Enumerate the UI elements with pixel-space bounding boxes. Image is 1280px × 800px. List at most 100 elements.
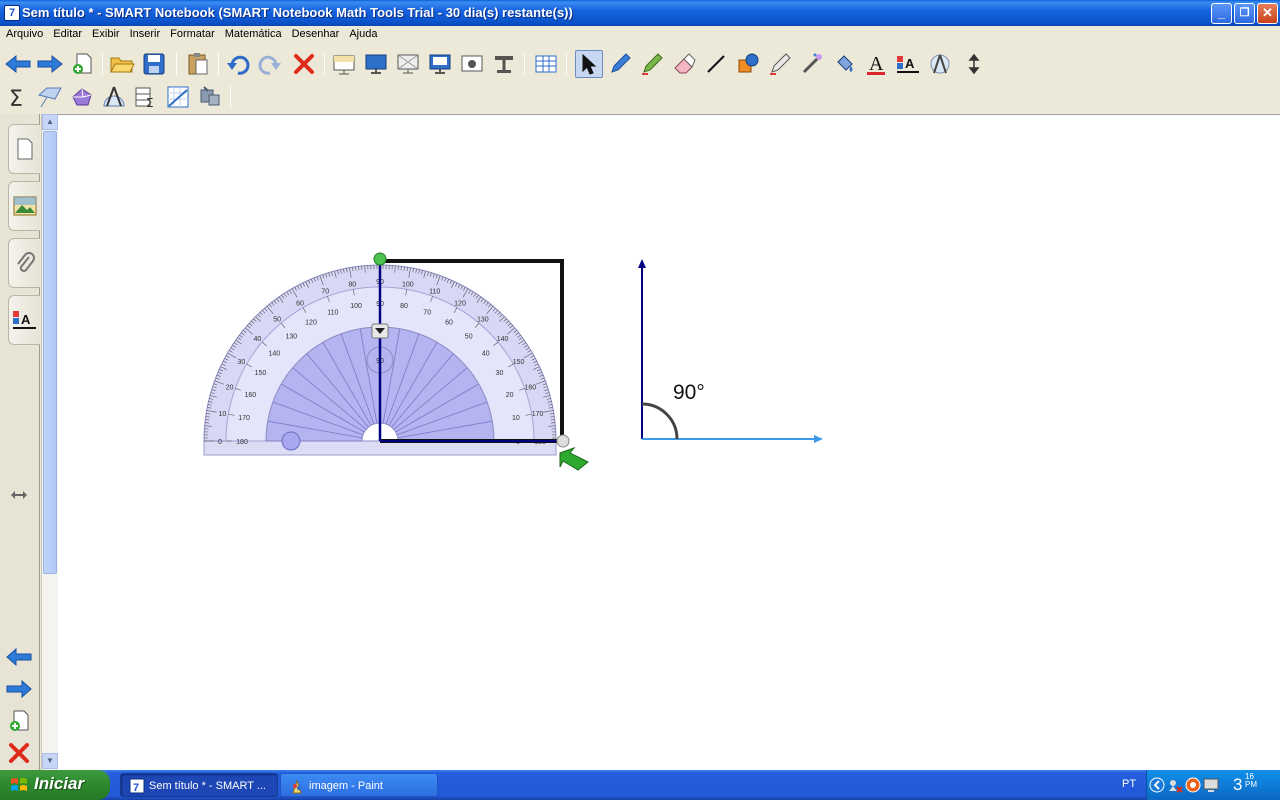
geometric-shapes-icon[interactable] — [36, 83, 64, 111]
dock-panel-handle[interactable] — [6, 482, 32, 508]
table-sum-icon[interactable]: Σ — [132, 83, 160, 111]
clock-hour: 3 — [1233, 775, 1243, 794]
security-alert-icon[interactable] — [1185, 777, 1201, 793]
full-screen-icon[interactable] — [362, 50, 390, 78]
task-label: Sem título * - SMART ... — [149, 780, 266, 792]
back-arrow-icon[interactable] — [4, 50, 32, 78]
protractor-inner-label: 140 — [268, 350, 280, 357]
fill-icon[interactable] — [798, 50, 826, 78]
menu-desenhar[interactable]: Desenhar — [287, 26, 345, 40]
network-icon[interactable] — [1167, 777, 1183, 793]
menu-inserir[interactable]: Inserir — [125, 26, 166, 40]
open-folder-icon[interactable] — [108, 50, 136, 78]
right-angle-diagram[interactable]: 90° — [638, 259, 823, 443]
protractor-rotate-handle[interactable] — [281, 431, 301, 451]
taskbar-paint[interactable]: imagem - Paint — [280, 773, 438, 797]
screen-capture-icon[interactable] — [458, 50, 486, 78]
shapes-icon[interactable] — [734, 50, 762, 78]
smart-notebook-window: 7 Sem título * - SMART Notebook (SMART N… — [0, 0, 1280, 770]
close-button[interactable]: ✕ — [1257, 3, 1278, 24]
next-page-button[interactable] — [6, 676, 32, 702]
paste-icon[interactable] — [184, 50, 212, 78]
more-tools-icon[interactable] — [196, 83, 224, 111]
previous-page-button[interactable] — [6, 644, 32, 670]
paperclip-icon — [16, 252, 35, 272]
move-toolbar-icon[interactable] — [960, 50, 988, 78]
protractor-outer-label: 70 — [321, 289, 329, 296]
add-page-icon — [10, 710, 29, 731]
menu-arquivo[interactable]: Arquivo — [0, 26, 48, 40]
protractor-inner-label: 30 — [496, 370, 504, 377]
menu-ajuda[interactable]: Ajuda — [344, 26, 382, 40]
paint-icon — [289, 778, 305, 794]
properties-icon[interactable]: A — [894, 50, 922, 78]
language-indicator[interactable]: PT — [1122, 778, 1136, 790]
side-panel: A — [0, 114, 40, 770]
text-icon[interactable]: A — [862, 50, 890, 78]
clock[interactable]: 3 16 PM — [1233, 773, 1257, 795]
protractor-outer-label: 30 — [238, 359, 246, 366]
protractor-inner-label: 10 — [512, 415, 520, 422]
transparent-background-icon[interactable] — [394, 50, 422, 78]
add-page-button[interactable] — [6, 708, 32, 734]
3d-solids-icon[interactable] — [68, 83, 96, 111]
protractor-green-handle[interactable] — [373, 252, 387, 266]
line-icon[interactable] — [702, 50, 730, 78]
pen-icon[interactable] — [606, 50, 634, 78]
display-icon[interactable] — [1203, 777, 1219, 793]
vertical-scrollbar[interactable]: ▲ ▼ — [41, 114, 58, 770]
green-arrow-icon[interactable] — [559, 446, 589, 471]
start-button[interactable]: Iniciar — [0, 770, 110, 800]
eraser-icon[interactable] — [670, 50, 698, 78]
angle-label: 90° — [673, 381, 705, 404]
clock-minutes-ampm: 16 PM — [1245, 773, 1257, 789]
protractor-outer-label: 100 — [402, 281, 414, 288]
dual-page-icon[interactable] — [426, 50, 454, 78]
gallery-tab[interactable] — [8, 181, 40, 231]
protractor-outer-label: 40 — [254, 336, 262, 343]
title-bar[interactable]: 7 Sem título * - SMART Notebook (SMART N… — [0, 0, 1280, 26]
menu-matematica[interactable]: Matemática — [220, 26, 287, 40]
delete-x-icon[interactable] — [290, 50, 318, 78]
select-cursor-icon[interactable] — [575, 50, 603, 78]
menu-exibir[interactable]: Exibir — [87, 26, 125, 40]
task-label: imagem - Paint — [309, 780, 383, 792]
add-page-icon[interactable] — [68, 50, 96, 78]
properties-tab[interactable]: A — [8, 295, 40, 345]
menu-editar[interactable]: Editar — [48, 26, 87, 40]
graph-icon[interactable] — [164, 83, 192, 111]
scroll-down-arrow[interactable]: ▼ — [42, 753, 58, 769]
notebook-page-canvas[interactable]: 0 180 10 170 20 160 30 150 40 140 50 130 60 120 70 110 8… — [58, 114, 1280, 770]
screen-shade-icon[interactable] — [330, 50, 358, 78]
scroll-thumb[interactable] — [43, 131, 57, 574]
minimize-button[interactable]: _ — [1211, 3, 1232, 24]
protractor-inner-label: 100 — [350, 303, 362, 310]
svg-text:7: 7 — [133, 782, 139, 794]
page-sorter-tab[interactable] — [8, 124, 40, 174]
undo-icon[interactable] — [224, 50, 252, 78]
svg-text:A: A — [869, 53, 884, 75]
table-icon[interactable] — [532, 50, 560, 78]
menu-formatar[interactable]: Formatar — [165, 26, 220, 40]
scroll-up-arrow[interactable]: ▲ — [42, 114, 58, 130]
taskbar-smart-notebook[interactable]: 7 Sem título * - SMART ... — [120, 773, 278, 797]
magic-pen-icon[interactable] — [766, 50, 794, 78]
save-icon[interactable] — [140, 50, 168, 78]
start-label: Iniciar — [34, 774, 85, 793]
protractor-inner-label: 80 — [400, 303, 408, 310]
paint-bucket-icon[interactable] — [830, 50, 858, 78]
creative-pen-icon[interactable] — [638, 50, 666, 78]
tray-expand-icon[interactable] — [1149, 777, 1165, 793]
protractor-resize-handle[interactable] — [556, 434, 570, 448]
sigma-icon[interactable]: Σ — [4, 83, 32, 111]
delete-x-icon — [9, 743, 29, 763]
compass-icon[interactable] — [926, 50, 954, 78]
attachments-tab[interactable] — [8, 238, 40, 288]
svg-text:A: A — [905, 56, 915, 71]
forward-arrow-icon[interactable] — [36, 50, 64, 78]
measurement-tools-icon[interactable] — [100, 83, 128, 111]
delete-page-button[interactable] — [6, 740, 32, 766]
restore-button[interactable]: ❐ — [1234, 3, 1255, 24]
redo-icon[interactable] — [256, 50, 284, 78]
document-camera-icon[interactable] — [490, 50, 518, 78]
